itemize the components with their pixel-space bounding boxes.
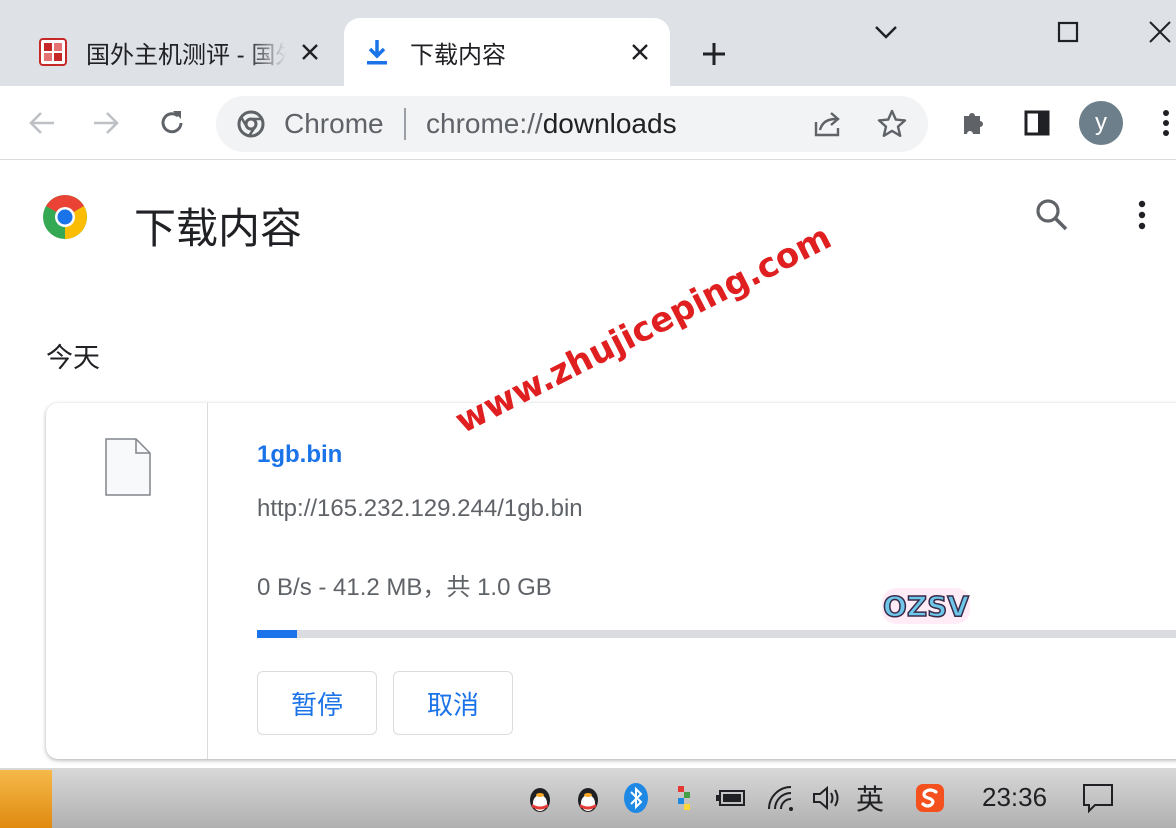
volume-icon[interactable] <box>808 780 844 816</box>
start-button[interactable] <box>0 770 52 828</box>
omnibox-url[interactable]: chrome://downloads <box>426 108 677 140</box>
tab-strip: 国外主机测评 - 国外 下载内容 <box>0 0 1176 86</box>
url-host: downloads <box>542 108 677 139</box>
close-icon[interactable] <box>628 40 652 64</box>
close-icon[interactable] <box>298 40 322 64</box>
forward-button[interactable] <box>86 103 126 143</box>
avatar[interactable]: y <box>1079 101 1123 145</box>
more-options-icon[interactable] <box>1124 197 1160 233</box>
omnibox-chip: Chrome <box>284 108 384 139</box>
file-icon <box>104 437 152 497</box>
search-icon[interactable] <box>1034 197 1070 233</box>
chrome-page-icon[interactable] <box>236 109 266 139</box>
download-item: 1gb.bin http://165.232.129.244/1gb.bin 0… <box>46 403 1176 759</box>
page-title: 下载内容 <box>134 205 303 252</box>
browser-window: 国外主机测评 - 国外 下载内容 Chrome chrome://downloa… <box>0 0 1176 768</box>
svg-text:OZSV: OZSV <box>883 590 969 623</box>
maximize-button[interactable] <box>1048 12 1088 52</box>
pause-button[interactable]: 暂停 <box>257 671 377 735</box>
qq-icon[interactable] <box>570 780 606 816</box>
notification-icon[interactable] <box>1080 780 1116 816</box>
tab-search-button[interactable] <box>866 12 906 52</box>
side-panel-icon[interactable] <box>1017 103 1057 143</box>
progress-bar <box>257 630 1176 638</box>
progress-fill <box>257 630 297 638</box>
wifi-icon[interactable] <box>764 780 800 816</box>
date-heading: 今天 <box>46 343 100 373</box>
extensions-icon[interactable] <box>953 103 993 143</box>
watermark-logo: OZSV <box>878 582 974 630</box>
toolbar: Chrome chrome://downloads y <box>0 86 1176 160</box>
tab-site[interactable]: 国外主机测评 - 国外 <box>20 18 340 86</box>
ime-indicator[interactable]: 英 <box>856 778 884 818</box>
back-button[interactable] <box>22 103 62 143</box>
tab-title: 下载内容 <box>410 41 506 69</box>
omnibox[interactable]: Chrome chrome://downloads <box>216 96 928 152</box>
close-window-button[interactable] <box>1140 12 1176 52</box>
tab-downloads[interactable]: 下载内容 <box>344 18 670 86</box>
file-icon-column <box>46 403 208 759</box>
clock[interactable]: 23:36 <box>982 782 1047 813</box>
url-scheme: chrome:// <box>426 108 543 139</box>
tab-title: 国外主机测评 - 国外 <box>86 41 286 69</box>
sogou-ime-icon[interactable] <box>912 780 948 816</box>
bookmark-star-icon[interactable] <box>876 108 908 140</box>
downloads-header: 下载内容 <box>0 161 1176 271</box>
site-seal-icon <box>36 35 70 69</box>
file-url[interactable]: http://165.232.129.244/1gb.bin <box>257 495 583 523</box>
download-icon <box>360 35 394 69</box>
new-tab-button[interactable] <box>696 36 732 72</box>
taskbar: 英 23:36 <box>0 768 1176 828</box>
download-status: 0 B/s - 41.2 MB，共 1.0 GB <box>257 574 552 601</box>
omnibox-divider <box>404 108 406 140</box>
menu-icon[interactable] <box>1146 103 1176 143</box>
share-icon[interactable] <box>812 108 844 140</box>
app-tray-icon[interactable] <box>666 780 702 816</box>
reload-button[interactable] <box>152 103 192 143</box>
bluetooth-icon[interactable] <box>618 780 654 816</box>
qq-icon[interactable] <box>522 780 558 816</box>
file-name-link[interactable]: 1gb.bin <box>257 441 342 469</box>
cancel-button[interactable]: 取消 <box>393 671 513 735</box>
chrome-logo-icon <box>42 194 88 240</box>
battery-icon[interactable] <box>714 780 750 816</box>
